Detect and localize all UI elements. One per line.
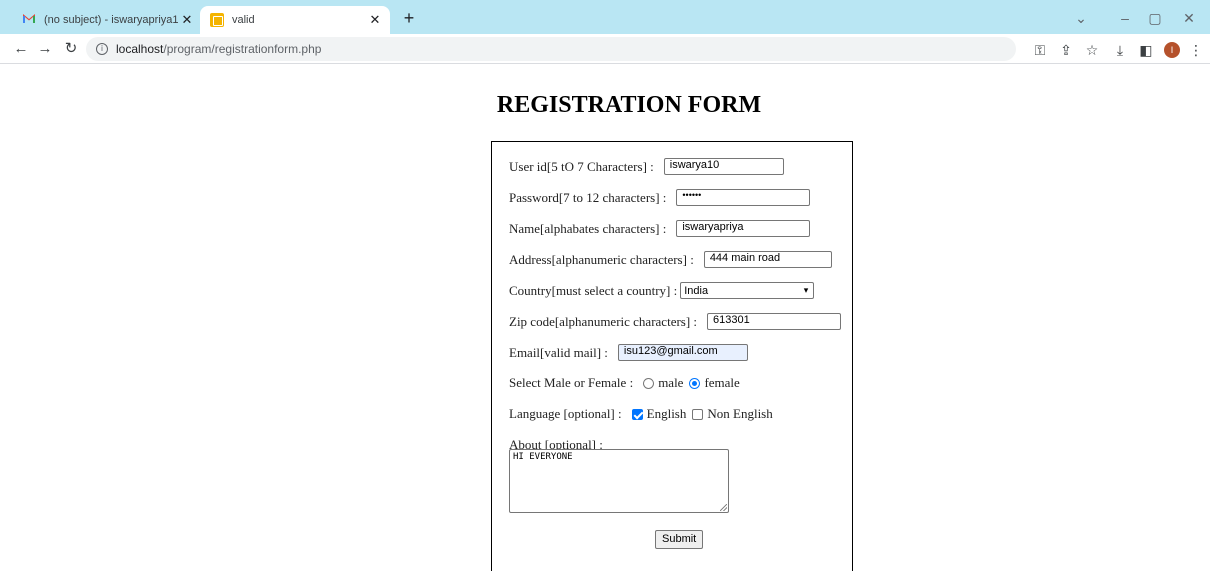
userid-row: User id[5 tO 7 Characters] : iswarya10 bbox=[509, 158, 784, 175]
side-panel-icon[interactable]: ◧ bbox=[1136, 40, 1156, 60]
country-selected: India bbox=[684, 284, 709, 297]
url-host: localhost bbox=[116, 42, 164, 56]
submit-button[interactable]: Submit bbox=[655, 530, 704, 549]
female-label: female bbox=[704, 375, 740, 390]
page-title: REGISTRATION FORM bbox=[496, 92, 762, 118]
new-tab-icon[interactable]: + bbox=[398, 8, 420, 30]
minimize-icon[interactable]: – bbox=[1110, 8, 1140, 28]
female-radio[interactable] bbox=[689, 377, 701, 389]
window-close-icon[interactable]: ✕ bbox=[1174, 8, 1204, 28]
key-icon[interactable]: ⚿ bbox=[1030, 40, 1050, 60]
address-input[interactable]: 444 main road bbox=[703, 251, 832, 268]
tab-search-icon[interactable]: ⌄ bbox=[1066, 8, 1096, 28]
non-english-checkbox[interactable] bbox=[692, 408, 704, 420]
tab-valid[interactable]: valid ✕ bbox=[200, 6, 390, 34]
language-option-english[interactable]: English bbox=[631, 406, 687, 422]
country-select[interactable]: India ▾ bbox=[680, 282, 815, 299]
gender-row: Select Male or Female : male female bbox=[509, 375, 746, 391]
resize-handle-icon[interactable] bbox=[720, 504, 727, 511]
about-text: HI EVERYONE bbox=[513, 452, 573, 462]
zip-input[interactable]: 613301 bbox=[707, 313, 842, 330]
share-icon[interactable]: ⇪ bbox=[1056, 40, 1076, 60]
gender-label: Select Male or Female : bbox=[509, 375, 634, 390]
english-label: English bbox=[646, 406, 687, 421]
language-option-non-english[interactable]: Non English bbox=[692, 406, 773, 422]
name-row: Name[alphabates characters] : iswaryapri… bbox=[509, 220, 811, 237]
male-radio[interactable] bbox=[643, 377, 655, 389]
address-bar[interactable]: i localhost/program/registrationform.php bbox=[86, 37, 1016, 61]
registration-form: User id[5 tO 7 Characters] : iswarya10 P… bbox=[491, 141, 853, 571]
name-label: Name[alphabates characters] : bbox=[509, 220, 667, 236]
email-row: Email[valid mail] : isu123@gmail.com bbox=[509, 344, 748, 361]
close-icon[interactable]: ✕ bbox=[178, 12, 196, 28]
bookmark-star-icon[interactable]: ☆ bbox=[1082, 40, 1102, 60]
maximize-icon[interactable]: ▢ bbox=[1140, 8, 1170, 28]
userid-label: User id[5 tO 7 Characters] : bbox=[509, 158, 654, 174]
address-label: Address[alphanumeric characters] : bbox=[509, 251, 694, 267]
forward-icon[interactable]: → bbox=[34, 38, 56, 60]
gender-option-male[interactable]: male bbox=[643, 375, 683, 391]
back-icon[interactable]: ← bbox=[10, 38, 32, 60]
password-row: Password[7 to 12 characters] : •••••• bbox=[509, 189, 811, 206]
address-row: Address[alphanumeric characters] : 444 m… bbox=[509, 251, 832, 268]
zip-label: Zip code[alphanumeric characters] : bbox=[509, 313, 698, 329]
language-label: Language [optional] : bbox=[509, 406, 622, 421]
language-row: Language [optional] : English Non Englis… bbox=[509, 406, 779, 422]
toolbar: ← → ↻ i localhost/program/registrationfo… bbox=[0, 34, 1210, 64]
tab-title: (no subject) - iswaryapriya10@g bbox=[44, 14, 178, 26]
country-label: Country[must select a country] : bbox=[509, 282, 678, 298]
gender-option-female[interactable]: female bbox=[689, 375, 740, 391]
download-icon[interactable]: ⤓ bbox=[1110, 40, 1130, 60]
about-textarea[interactable]: HI EVERYONE bbox=[509, 449, 729, 513]
info-icon[interactable]: i bbox=[96, 43, 108, 55]
avatar[interactable]: I bbox=[1164, 42, 1180, 58]
tab-strip: (no subject) - iswaryapriya10@g ✕ valid … bbox=[0, 0, 1210, 34]
male-label: male bbox=[658, 375, 684, 390]
close-icon[interactable]: ✕ bbox=[366, 12, 384, 28]
email-label: Email[valid mail] : bbox=[509, 344, 608, 360]
gmail-icon bbox=[22, 13, 36, 27]
zip-row: Zip code[alphanumeric characters] : 6133… bbox=[509, 313, 842, 330]
page-favicon-icon bbox=[210, 13, 224, 27]
email-input[interactable]: isu123@gmail.com bbox=[617, 344, 748, 361]
tab-title: valid bbox=[232, 14, 255, 26]
password-input[interactable]: •••••• bbox=[676, 189, 811, 206]
non-english-label: Non English bbox=[707, 406, 773, 421]
userid-input[interactable]: iswarya10 bbox=[663, 158, 784, 175]
menu-icon[interactable]: ⋮ bbox=[1186, 40, 1206, 60]
url-path: /program/registrationform.php bbox=[163, 42, 322, 56]
country-row: Country[must select a country] : India ▾ bbox=[509, 282, 815, 299]
tab-gmail[interactable]: (no subject) - iswaryapriya10@g ✕ bbox=[14, 6, 202, 34]
reload-icon[interactable]: ↻ bbox=[60, 38, 82, 60]
name-input[interactable]: iswaryapriya bbox=[676, 220, 811, 237]
english-checkbox[interactable] bbox=[631, 408, 643, 420]
chevron-down-icon: ▾ bbox=[803, 285, 809, 295]
password-label: Password[7 to 12 characters] : bbox=[509, 189, 667, 205]
